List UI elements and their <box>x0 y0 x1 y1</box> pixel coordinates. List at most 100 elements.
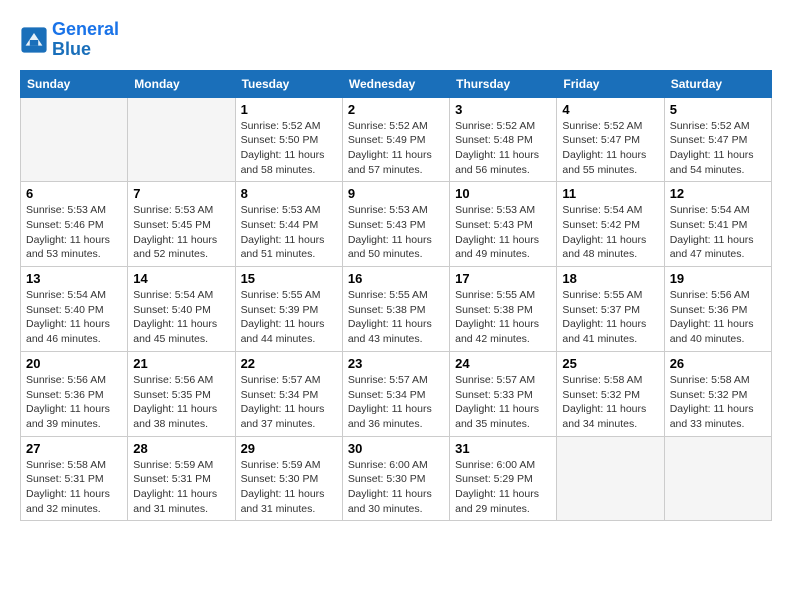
calendar-cell: 17Sunrise: 5:55 AM Sunset: 5:38 PM Dayli… <box>450 267 557 352</box>
day-number: 18 <box>562 271 658 286</box>
day-info: Sunrise: 5:53 AM Sunset: 5:43 PM Dayligh… <box>348 203 444 262</box>
calendar-cell: 21 Sunrise: 5:56 AM Sunset: 5:35 PM Dayli… <box>128 351 235 436</box>
day-info: Sunrise: 6:00 AM Sunset: 5:29 PM Dayligh… <box>455 458 551 517</box>
day-info: Sunrise: 5:58 AM Sunset: 5:31 PM Dayligh… <box>26 458 122 517</box>
day-info: Sunrise: 5:56 AM Sunset: 5:35 PM Dayligh… <box>133 373 229 432</box>
logo-text: General Blue <box>52 20 119 60</box>
day-info: Sunrise: 5:52 AM Sunset: 5:47 PM Dayligh… <box>562 119 658 178</box>
weekday-tuesday: Tuesday <box>235 70 342 97</box>
calendar-cell: 8 Sunrise: 5:53 AM Sunset: 5:44 PM Daylig… <box>235 182 342 267</box>
calendar-cell <box>128 97 235 182</box>
logo-icon <box>20 26 48 54</box>
calendar-cell <box>21 97 128 182</box>
logo: General Blue <box>20 20 119 60</box>
day-number: 9 <box>348 186 444 201</box>
weekday-header-row: SundayMondayTuesdayWednesdayThursdayFrid… <box>21 70 772 97</box>
day-number: 14 <box>133 271 229 286</box>
calendar-cell: 29 Sunrise: 5:59 AM Sunset: 5:30 PM Dayli… <box>235 436 342 521</box>
day-info: Sunrise: 5:58 AM Sunset: 5:32 PM Dayligh… <box>562 373 658 432</box>
day-number: 30 <box>348 441 444 456</box>
day-info: Sunrise: 5:57 AM Sunset: 5:34 PM Dayligh… <box>241 373 337 432</box>
weekday-wednesday: Wednesday <box>342 70 449 97</box>
day-number: 24 <box>455 356 551 371</box>
day-number: 21 <box>133 356 229 371</box>
calendar-cell: 28Sunrise: 5:59 AM Sunset: 5:31 PM Dayli… <box>128 436 235 521</box>
day-info: Sunrise: 5:58 AM Sunset: 5:32 PM Dayligh… <box>670 373 766 432</box>
day-number: 29 <box>241 441 337 456</box>
calendar-cell: 7 Sunrise: 5:53 AM Sunset: 5:45 PM Daylig… <box>128 182 235 267</box>
calendar-cell: 15Sunrise: 5:55 AM Sunset: 5:39 PM Dayli… <box>235 267 342 352</box>
calendar-header: SundayMondayTuesdayWednesdayThursdayFrid… <box>21 70 772 97</box>
day-info: Sunrise: 5:53 AM Sunset: 5:44 PM Dayligh… <box>241 203 337 262</box>
calendar-cell: 4Sunrise: 5:52 AM Sunset: 5:47 PM Daylig… <box>557 97 664 182</box>
weekday-monday: Monday <box>128 70 235 97</box>
day-info: Sunrise: 5:52 AM Sunset: 5:48 PM Dayligh… <box>455 119 551 178</box>
page-header: General Blue <box>20 20 772 60</box>
calendar-cell: 24 Sunrise: 5:57 AM Sunset: 5:33 PM Dayli… <box>450 351 557 436</box>
calendar-cell: 3 Sunrise: 5:52 AM Sunset: 5:48 PM Daylig… <box>450 97 557 182</box>
calendar-cell: 23Sunrise: 5:57 AM Sunset: 5:34 PM Dayli… <box>342 351 449 436</box>
calendar-cell: 20 Sunrise: 5:56 AM Sunset: 5:36 PM Dayli… <box>21 351 128 436</box>
calendar-cell: 25Sunrise: 5:58 AM Sunset: 5:32 PM Dayli… <box>557 351 664 436</box>
calendar-table: SundayMondayTuesdayWednesdayThursdayFrid… <box>20 70 772 522</box>
calendar-cell: 1 Sunrise: 5:52 AM Sunset: 5:50 PM Daylig… <box>235 97 342 182</box>
day-number: 31 <box>455 441 551 456</box>
calendar-cell: 30Sunrise: 6:00 AM Sunset: 5:30 PM Dayli… <box>342 436 449 521</box>
weekday-friday: Friday <box>557 70 664 97</box>
calendar-cell: 11 Sunrise: 5:54 AM Sunset: 5:42 PM Dayli… <box>557 182 664 267</box>
day-number: 3 <box>455 102 551 117</box>
day-info: Sunrise: 5:56 AM Sunset: 5:36 PM Dayligh… <box>26 373 122 432</box>
calendar-body: 1 Sunrise: 5:52 AM Sunset: 5:50 PM Daylig… <box>21 97 772 521</box>
day-number: 22 <box>241 356 337 371</box>
calendar-cell <box>557 436 664 521</box>
weekday-thursday: Thursday <box>450 70 557 97</box>
calendar-cell: 22 Sunrise: 5:57 AM Sunset: 5:34 PM Dayli… <box>235 351 342 436</box>
calendar-cell: 16Sunrise: 5:55 AM Sunset: 5:38 PM Dayli… <box>342 267 449 352</box>
day-number: 8 <box>241 186 337 201</box>
day-info: Sunrise: 5:59 AM Sunset: 5:30 PM Dayligh… <box>241 458 337 517</box>
day-number: 20 <box>26 356 122 371</box>
calendar-cell: 31 Sunrise: 6:00 AM Sunset: 5:29 PM Dayli… <box>450 436 557 521</box>
calendar-week-1: 6 Sunrise: 5:53 AM Sunset: 5:46 PM Daylig… <box>21 182 772 267</box>
day-info: Sunrise: 5:54 AM Sunset: 5:41 PM Dayligh… <box>670 203 766 262</box>
day-number: 2 <box>348 102 444 117</box>
day-info: Sunrise: 5:55 AM Sunset: 5:39 PM Dayligh… <box>241 288 337 347</box>
day-number: 11 <box>562 186 658 201</box>
day-number: 6 <box>26 186 122 201</box>
calendar-cell: 6 Sunrise: 5:53 AM Sunset: 5:46 PM Daylig… <box>21 182 128 267</box>
calendar-cell: 14 Sunrise: 5:54 AM Sunset: 5:40 PM Dayli… <box>128 267 235 352</box>
day-info: Sunrise: 5:54 AM Sunset: 5:42 PM Dayligh… <box>562 203 658 262</box>
day-number: 28 <box>133 441 229 456</box>
day-info: Sunrise: 5:57 AM Sunset: 5:34 PM Dayligh… <box>348 373 444 432</box>
day-number: 26 <box>670 356 766 371</box>
calendar-cell: 13 Sunrise: 5:54 AM Sunset: 5:40 PM Dayli… <box>21 267 128 352</box>
day-info: Sunrise: 5:54 AM Sunset: 5:40 PM Dayligh… <box>133 288 229 347</box>
day-info: Sunrise: 5:55 AM Sunset: 5:37 PM Dayligh… <box>562 288 658 347</box>
day-number: 19 <box>670 271 766 286</box>
calendar-cell: 19Sunrise: 5:56 AM Sunset: 5:36 PM Dayli… <box>664 267 771 352</box>
calendar-week-4: 27 Sunrise: 5:58 AM Sunset: 5:31 PM Dayli… <box>21 436 772 521</box>
day-info: Sunrise: 5:54 AM Sunset: 5:40 PM Dayligh… <box>26 288 122 347</box>
day-number: 1 <box>241 102 337 117</box>
day-number: 17 <box>455 271 551 286</box>
calendar-cell: 12Sunrise: 5:54 AM Sunset: 5:41 PM Dayli… <box>664 182 771 267</box>
day-number: 7 <box>133 186 229 201</box>
day-info: Sunrise: 5:53 AM Sunset: 5:45 PM Dayligh… <box>133 203 229 262</box>
day-number: 5 <box>670 102 766 117</box>
day-info: Sunrise: 5:52 AM Sunset: 5:49 PM Dayligh… <box>348 119 444 178</box>
calendar-week-3: 20 Sunrise: 5:56 AM Sunset: 5:36 PM Dayli… <box>21 351 772 436</box>
day-number: 27 <box>26 441 122 456</box>
day-info: Sunrise: 5:57 AM Sunset: 5:33 PM Dayligh… <box>455 373 551 432</box>
day-info: Sunrise: 5:52 AM Sunset: 5:50 PM Dayligh… <box>241 119 337 178</box>
calendar-cell: 9 Sunrise: 5:53 AM Sunset: 5:43 PM Daylig… <box>342 182 449 267</box>
day-number: 13 <box>26 271 122 286</box>
calendar-week-0: 1 Sunrise: 5:52 AM Sunset: 5:50 PM Daylig… <box>21 97 772 182</box>
day-info: Sunrise: 5:53 AM Sunset: 5:43 PM Dayligh… <box>455 203 551 262</box>
day-info: Sunrise: 5:53 AM Sunset: 5:46 PM Dayligh… <box>26 203 122 262</box>
weekday-sunday: Sunday <box>21 70 128 97</box>
calendar-cell: 5Sunrise: 5:52 AM Sunset: 5:47 PM Daylig… <box>664 97 771 182</box>
calendar-cell: 27 Sunrise: 5:58 AM Sunset: 5:31 PM Dayli… <box>21 436 128 521</box>
calendar-cell <box>664 436 771 521</box>
calendar-cell: 18 Sunrise: 5:55 AM Sunset: 5:37 PM Dayli… <box>557 267 664 352</box>
day-number: 10 <box>455 186 551 201</box>
